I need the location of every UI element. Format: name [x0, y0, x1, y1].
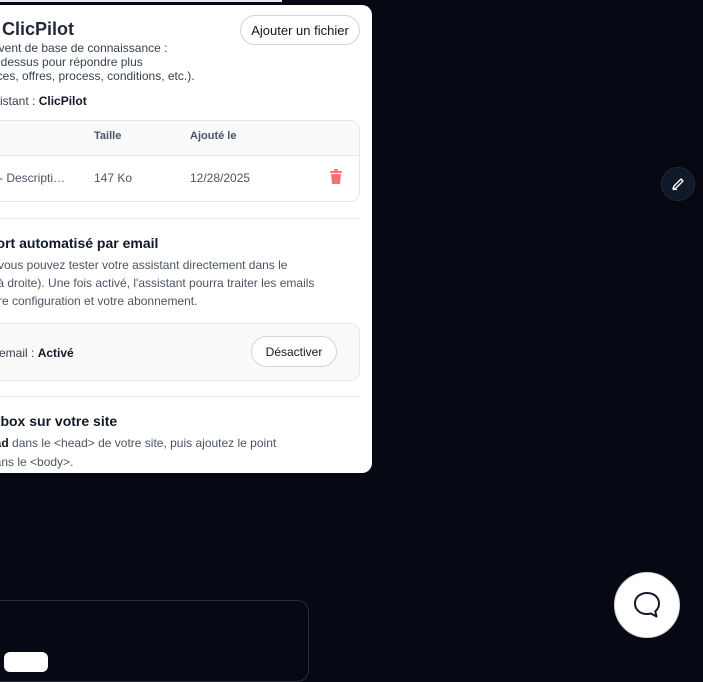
- bottom-chip[interactable]: [4, 652, 48, 672]
- email-status-value: Activé: [37, 346, 74, 360]
- file-name: b - Descripti…: [0, 171, 66, 185]
- trash-icon[interactable]: [329, 169, 343, 185]
- assistant-name: ClicPilot: [38, 94, 87, 108]
- email-status-box: email : Activé Désactiver: [0, 323, 360, 381]
- column-size: Taille: [94, 130, 122, 142]
- description-line-3: vices, offres, process, conditions, etc.…: [0, 69, 195, 83]
- file-date: 12/28/2025: [190, 171, 251, 185]
- email-section-title: port automatisé par email: [0, 235, 159, 251]
- divider: [0, 218, 360, 219]
- divider: [0, 396, 360, 397]
- knowledge-base-panel: ClicPilot Ajouter un fichier ervent de b…: [0, 5, 372, 473]
- files-table: Taille Ajouté le b - Descripti… 147 Ko 1…: [0, 120, 360, 202]
- chat-bubble-icon: [634, 592, 660, 618]
- chatbox-section-title: atbox sur votre site: [0, 413, 118, 429]
- email-status: email : Activé: [0, 346, 74, 360]
- assistant-label: ssistant : ClicPilot: [0, 94, 87, 108]
- edit-button[interactable]: [661, 167, 695, 201]
- column-added: Ajouté le: [190, 130, 237, 142]
- description-line-1: ervent de base de connaissance :: [0, 41, 168, 55]
- table-header: Taille Ajouté le: [0, 121, 359, 156]
- add-file-button[interactable]: Ajouter un fichier: [240, 15, 360, 45]
- pencil-icon: [672, 178, 684, 191]
- chatbox-line-1: ead dans le <head> de votre site, puis a…: [0, 436, 277, 450]
- email-line-2: s à droite). Une fois activé, l'assistan…: [0, 276, 315, 290]
- deactivate-button[interactable]: Désactiver: [251, 336, 337, 367]
- panel-title: ClicPilot: [2, 19, 75, 39]
- email-line-1: r, vous pouvez tester votre assistant di…: [0, 258, 288, 272]
- chatbox-line-2: dans le <body>.: [0, 455, 74, 469]
- file-size: 147 Ko: [94, 171, 133, 185]
- description-line-2: ie dessus pour répondre plus: [0, 55, 143, 69]
- top-edge-line: [0, 0, 282, 2]
- chat-launcher-button[interactable]: [614, 572, 680, 638]
- email-line-3: otre configuration et votre abonnement.: [0, 294, 198, 308]
